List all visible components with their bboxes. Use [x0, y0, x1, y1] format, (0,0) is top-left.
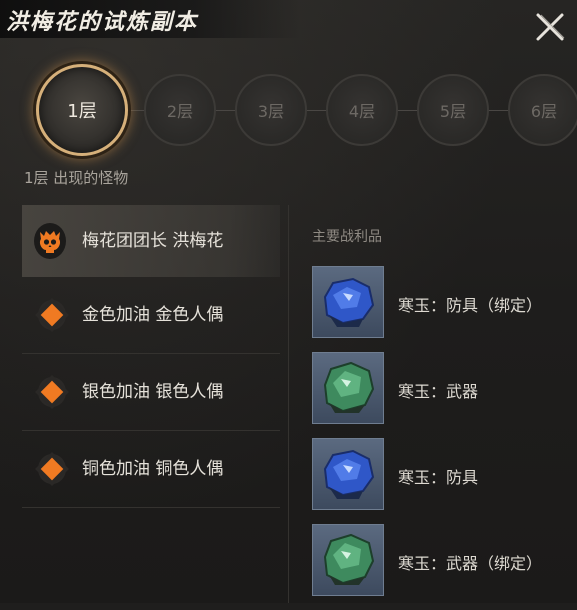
monster-item[interactable]: 金色加油 金色人偶: [22, 277, 280, 354]
floor-selector: 1层 2层 3层 4层 5层 6层: [0, 62, 577, 162]
close-button[interactable]: [533, 10, 567, 44]
monster-name: 银色加油 银色人偶: [82, 382, 224, 402]
floor-tab-3[interactable]: 3层: [235, 74, 307, 146]
dungeon-panel: 洪梅花的试炼副本 1层 2层 3层 4层 5层 6层 1层 出现的怪物 梅花团团…: [0, 0, 577, 603]
loot-item[interactable]: 寒玉：防具（绑定）: [312, 266, 577, 352]
floor-tab-6[interactable]: 6层: [508, 74, 577, 146]
monster-name: 金色加油 金色人偶: [82, 305, 224, 325]
floor-tab-5[interactable]: 5层: [417, 74, 489, 146]
blue-jade-icon: [312, 266, 384, 338]
floor-tab-4[interactable]: 4层: [326, 74, 398, 146]
orange-diamond-icon: [40, 457, 64, 481]
green-jade-icon: [312, 524, 384, 596]
monster-name: 铜色加油 铜色人偶: [82, 459, 224, 479]
monster-list: 梅花团团长 洪梅花 金色加油 金色人偶 银色加油 银色人偶 铜色加油 铜色人偶: [22, 205, 280, 508]
page-title: 洪梅花的试炼副本: [6, 9, 199, 35]
loot-name: 寒玉：武器: [398, 382, 479, 401]
orange-diamond-icon: [40, 303, 64, 327]
floor-tab-2[interactable]: 2层: [144, 74, 216, 146]
column-divider: [288, 205, 289, 603]
loot-name: 寒玉：防具（绑定）: [398, 296, 543, 315]
monster-item[interactable]: 铜色加油 铜色人偶: [22, 431, 280, 508]
loot-name: 寒玉：防具: [398, 468, 479, 487]
monster-name: 梅花团团长 洪梅花: [82, 231, 224, 251]
blue-jade-icon: [312, 438, 384, 510]
title-bar: 洪梅花的试炼副本: [0, 0, 300, 38]
loot-name: 寒玉：武器（绑定）: [398, 554, 543, 573]
loot-heading: 主要战利品: [312, 229, 382, 245]
floor-tab-1[interactable]: 1层: [36, 64, 128, 156]
floor-caption: 1层 出现的怪物: [24, 169, 129, 187]
orange-diamond-icon: [40, 380, 64, 404]
green-jade-icon: [312, 352, 384, 424]
monster-item-boss[interactable]: 梅花团团长 洪梅花: [22, 205, 280, 277]
loot-item[interactable]: 寒玉：武器: [312, 352, 577, 438]
loot-item[interactable]: 寒玉：防具: [312, 438, 577, 524]
monster-item[interactable]: 银色加油 银色人偶: [22, 354, 280, 431]
close-icon: [536, 13, 565, 41]
loot-item[interactable]: 寒玉：武器（绑定）: [312, 524, 577, 610]
loot-list: 寒玉：防具（绑定） 寒玉：武器 寒玉：防具 寒玉：武器（绑定）: [312, 266, 577, 610]
skull-icon: [34, 223, 66, 259]
